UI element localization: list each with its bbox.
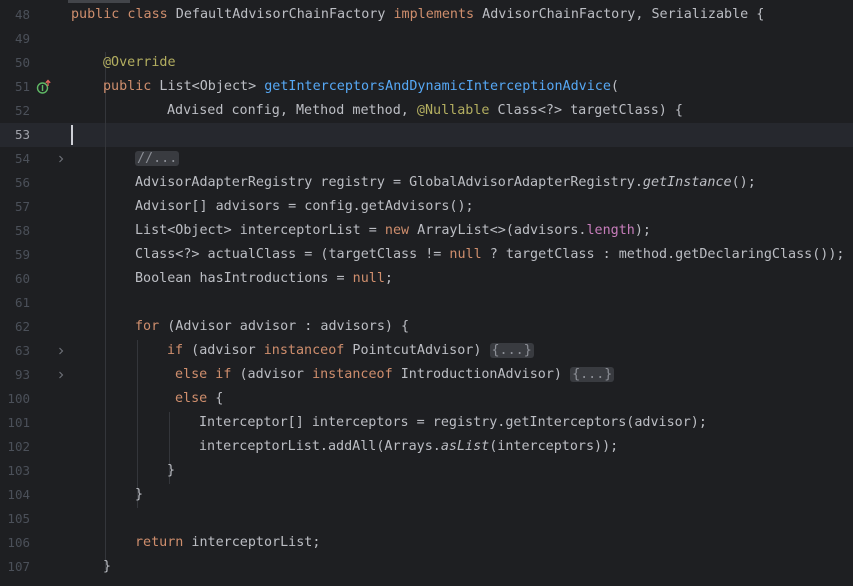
folded-comment[interactable]: //...	[135, 151, 180, 166]
code-line-101: Interceptor[] interceptors = registry.ge…	[199, 415, 707, 430]
line-number: 49	[14, 31, 30, 46]
line-number: 57	[14, 199, 30, 214]
line-number: 59	[14, 247, 30, 262]
line-number: 101	[7, 415, 30, 430]
line-number: 62	[14, 319, 30, 334]
chevron-right-icon[interactable]	[57, 155, 65, 163]
line-number: 104	[7, 487, 30, 502]
line-number: 60	[14, 271, 30, 286]
code-line-63: if (advisor instanceof PointcutAdvisor) …	[167, 343, 534, 358]
line-number: 63	[14, 343, 30, 358]
line-number: 58	[14, 223, 30, 238]
chevron-right-icon[interactable]	[57, 371, 65, 379]
folded-block[interactable]: {...}	[570, 367, 615, 382]
line-number: 54	[14, 151, 30, 166]
line-number: 105	[7, 511, 30, 526]
code-line-93: else if (advisor instanceof Introduction…	[175, 367, 615, 382]
svg-text:I: I	[41, 84, 44, 93]
code-line-50: @Override	[103, 55, 176, 70]
line-number-current: 53	[14, 127, 30, 142]
line-number: 51	[14, 79, 30, 94]
code-line-100: else {	[175, 391, 224, 406]
folded-block[interactable]: {...}	[489, 343, 534, 358]
line-number: 50	[14, 55, 30, 70]
code-line-52: Advised config, Method method, @Nullable…	[167, 103, 683, 118]
line-number: 93	[14, 367, 30, 382]
code-line-57: Advisor[] advisors = config.getAdvisors(…	[135, 199, 474, 214]
line-number: 106	[7, 535, 30, 550]
code-line-59: Class<?> actualClass = (targetClass != n…	[135, 247, 845, 262]
code-line-107: }	[103, 559, 112, 574]
code-line-56: AdvisorAdapterRegistry registry = Global…	[135, 175, 756, 190]
line-number: 107	[7, 559, 30, 574]
code-line-102: interceptorList.addAll(Arrays.asList(int…	[199, 439, 619, 454]
code-line-54: //...	[135, 147, 180, 171]
code-line-48: public class DefaultAdvisorChainFactory …	[71, 7, 765, 22]
line-number: 52	[14, 103, 30, 118]
line-number: 102	[7, 439, 30, 454]
line-number: 56	[14, 175, 30, 190]
code-line-51: public List<Object> getInterceptorsAndDy…	[103, 79, 619, 94]
code-line-62: for (Advisor advisor : advisors) {	[135, 319, 410, 334]
code-line-103: }	[167, 463, 176, 478]
chevron-right-icon[interactable]	[57, 347, 65, 355]
code-line-60: Boolean hasIntroductions = null;	[135, 271, 393, 286]
code-line-58: List<Object> interceptorList = new Array…	[135, 223, 651, 238]
implements-method-icon[interactable]: I	[36, 79, 52, 95]
code-line-104: }	[135, 487, 144, 502]
code-line-106: return interceptorList;	[135, 535, 321, 550]
line-number: 103	[7, 463, 30, 478]
line-number: 100	[7, 391, 30, 406]
line-number: 61	[14, 295, 30, 310]
line-number: 48	[14, 7, 30, 22]
